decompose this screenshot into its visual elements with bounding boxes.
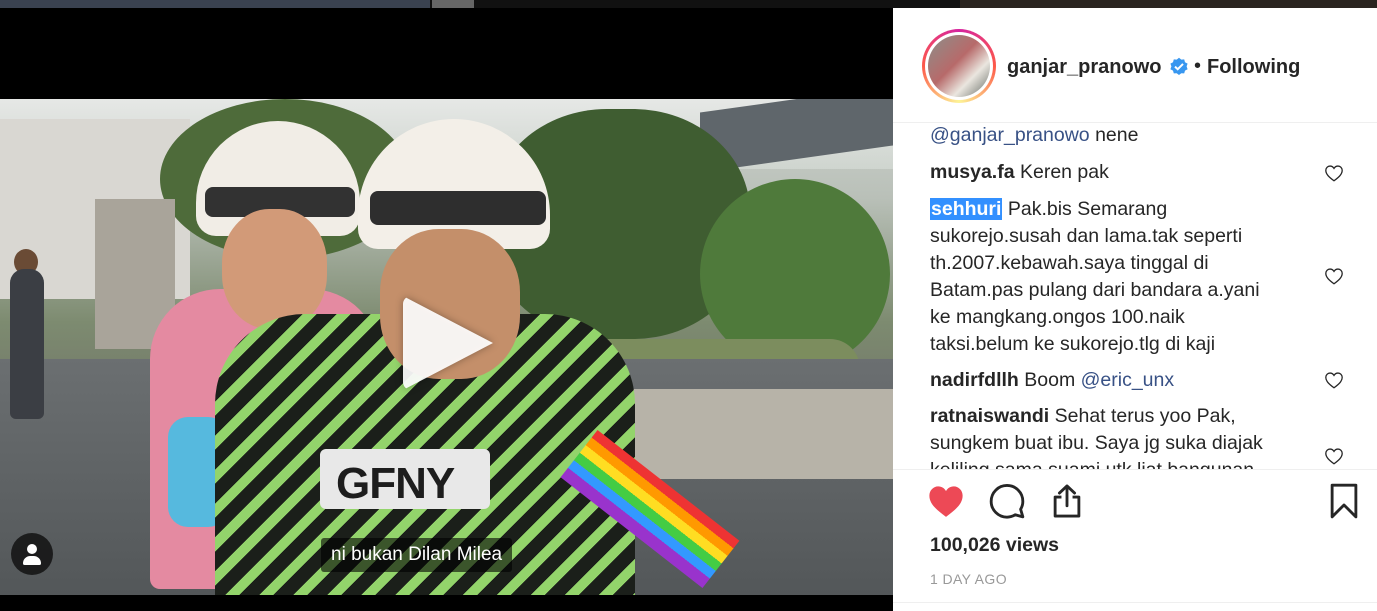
comment-item: ratnaiswandi Sehat terus yoo Pak, sungke… (930, 405, 1263, 469)
comment-item: nadirfdllh Boom @eric_unx (930, 369, 1175, 391)
comment-text: Keren pak (1019, 161, 1109, 183)
heart-filled-icon[interactable] (927, 482, 965, 520)
comment-username[interactable]: sehhuri (930, 198, 1003, 220)
avatar[interactable] (928, 35, 990, 97)
separator-dot: • (1194, 55, 1202, 77)
comment-item: sehhuri Pak.bis Semarang sukorejo.susah … (930, 198, 1260, 355)
post-panel: ganjar_pranowo • Following @ganjar_prano… (893, 8, 1377, 611)
post-username[interactable]: ganjar_pranowo (1007, 56, 1161, 79)
bookmark-icon[interactable] (1325, 482, 1363, 520)
following-button[interactable]: Following (1207, 56, 1300, 79)
heart-outline-icon[interactable] (1324, 267, 1344, 285)
divider (893, 602, 1377, 603)
view-count[interactable]: 100,026 views (930, 534, 1059, 557)
heart-outline-icon[interactable] (1324, 164, 1344, 182)
comment-username[interactable]: nadirfdllh (930, 369, 1019, 391)
avatar-story-ring[interactable] (922, 29, 996, 103)
comments-list[interactable]: @ganjar_pranowo nene musya.fa Keren pak … (893, 124, 1377, 469)
post-actions (893, 478, 1377, 528)
jersey-print: GFNY (336, 459, 455, 508)
video-player[interactable]: GFNY ni bukan Dilan Milea (0, 8, 893, 611)
divider (893, 469, 1377, 470)
post-header: ganjar_pranowo • Following (893, 8, 1377, 123)
heart-outline-icon[interactable] (1324, 447, 1344, 465)
comment-item: musya.fa Keren pak (930, 159, 1109, 186)
background-strip (0, 0, 1377, 8)
user-tag-icon[interactable] (11, 533, 53, 575)
mention-link[interactable]: @eric_unx (1081, 369, 1175, 391)
comment-username[interactable]: ratnaiswandi (930, 405, 1049, 427)
heart-outline-icon[interactable] (1324, 371, 1344, 389)
comment-partial: @ganjar_pranowo nene (930, 124, 1139, 146)
mention-link[interactable]: @ganjar_pranowo (930, 124, 1090, 146)
verified-badge-icon (1170, 57, 1188, 75)
comment-username[interactable]: musya.fa (930, 161, 1015, 183)
post-timestamp[interactable]: 1 DAY AGO (930, 571, 1007, 587)
share-icon[interactable] (1048, 482, 1086, 520)
play-icon[interactable] (403, 296, 493, 390)
comment-icon[interactable] (988, 482, 1026, 520)
video-subtitle: ni bukan Dilan Milea (321, 538, 513, 572)
